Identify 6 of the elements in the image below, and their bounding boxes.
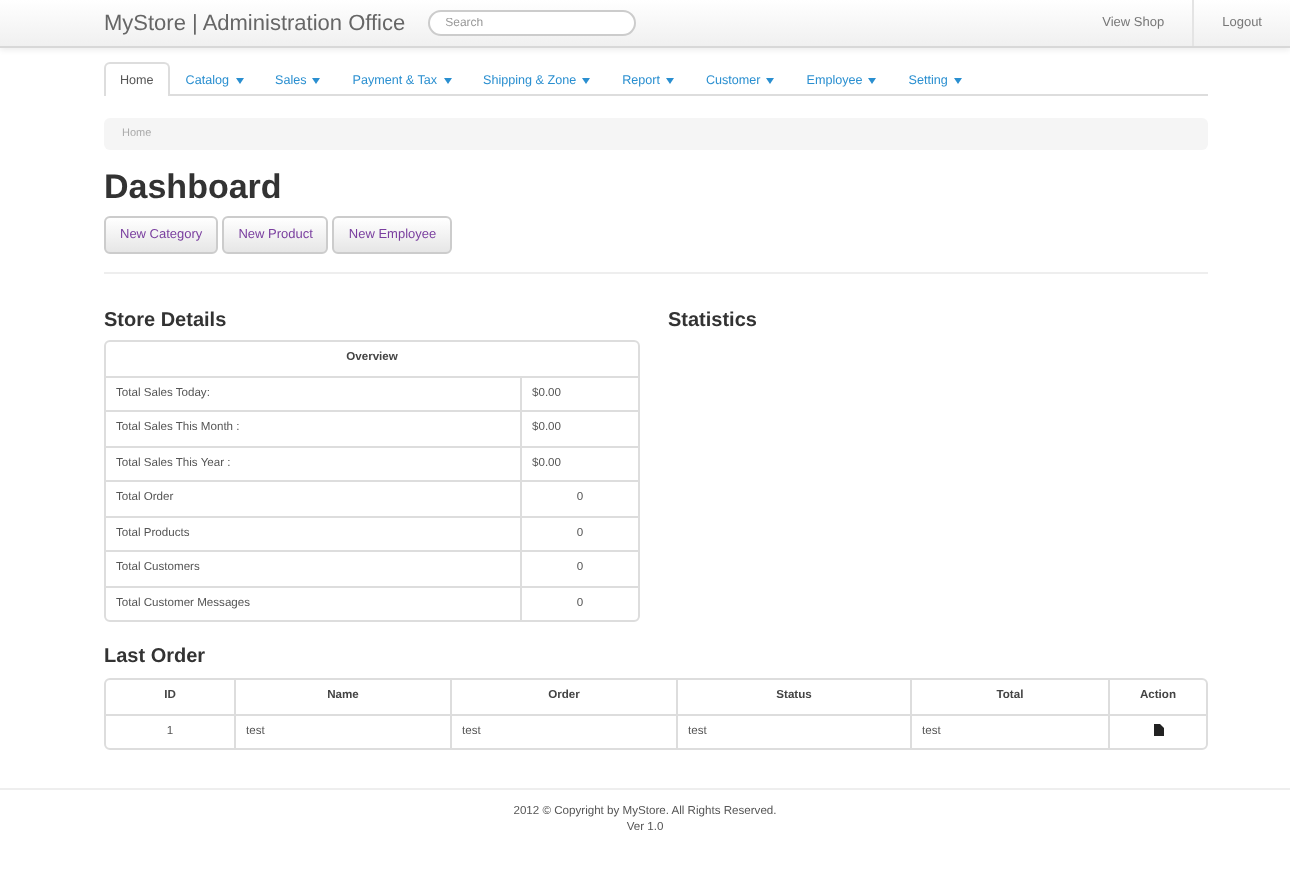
page-title: Dashboard — [104, 168, 284, 208]
document-icon[interactable] — [1153, 723, 1163, 736]
section-heading: Last Order — [104, 644, 208, 670]
section-heading: Statistics — [668, 308, 757, 334]
brand-title[interactable]: MyStore | Administration Office — [104, 11, 406, 35]
section-heading: Store Details — [104, 308, 229, 334]
